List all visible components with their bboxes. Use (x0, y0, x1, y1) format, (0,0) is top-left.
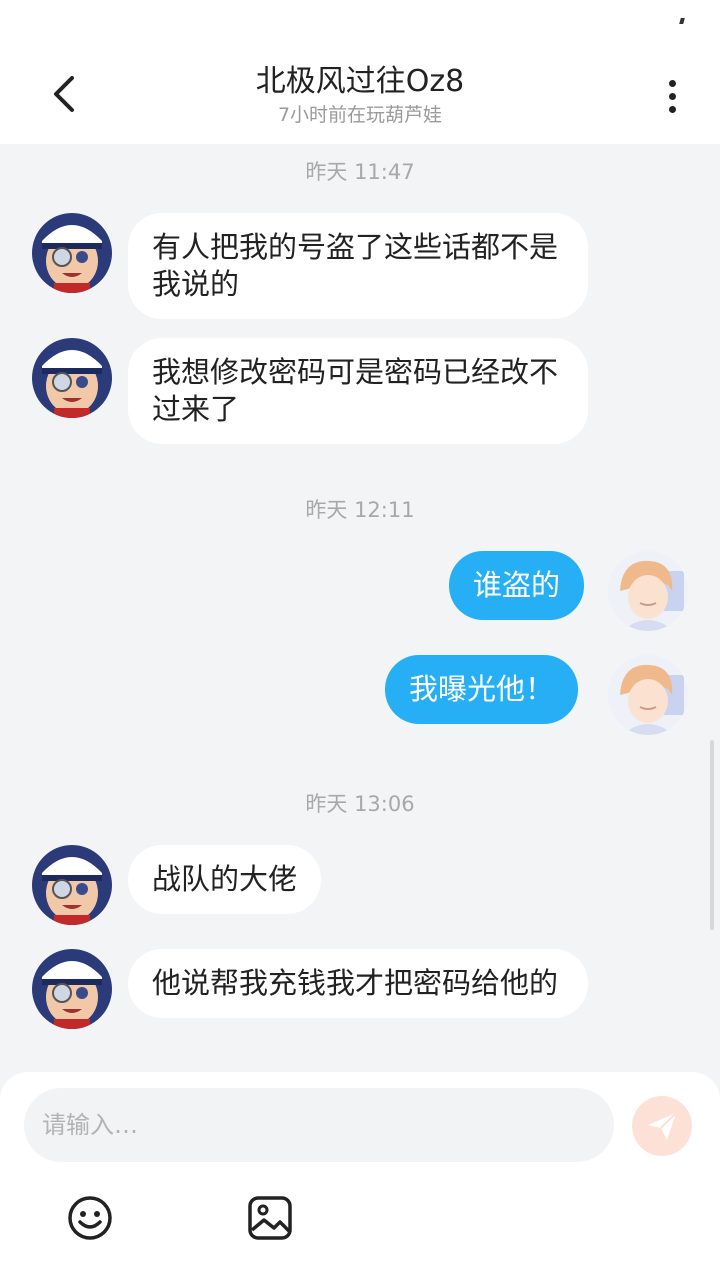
timestamp: 昨天 11:47 (305, 160, 415, 184)
more-dot (668, 92, 676, 100)
contact-avatar[interactable] (32, 949, 112, 1029)
image-icon (248, 1196, 292, 1240)
incoming-message-bubble[interactable]: 我想修改密码可是密码已经改不过来了 (128, 338, 588, 444)
input-panel (0, 1072, 720, 1280)
outgoing-message-bubble[interactable]: 谁盗的 (449, 551, 585, 620)
chat-screen: 北极风过往Oz8 7小时前在玩葫芦娃 昨天 11:47 有人把我的号盗了这些话都… (0, 0, 720, 1280)
send-button[interactable] (632, 1096, 692, 1156)
contact-avatar[interactable] (32, 845, 112, 925)
more-dot (668, 105, 676, 113)
image-button[interactable] (246, 1194, 294, 1242)
incoming-message-bubble[interactable]: 战队的大佬 (128, 845, 322, 914)
more-vertical-icon (668, 79, 676, 87)
contact-avatar[interactable] (32, 213, 112, 293)
my-avatar[interactable] (608, 551, 688, 631)
avatar-image (32, 949, 112, 1029)
incoming-message-bubble[interactable]: 有人把我的号盗了这些话都不是我说的 (128, 213, 588, 319)
avatar-image (608, 551, 688, 631)
incoming-message-bubble[interactable]: 他说帮我充钱我才把密码给他的 (128, 949, 588, 1018)
chat-header: 北极风过往Oz8 7小时前在玩葫芦娃 (0, 44, 720, 144)
avatar-image (32, 213, 112, 293)
outgoing-message-bubble[interactable]: 我曝光他！ (385, 655, 579, 724)
back-button[interactable] (40, 70, 88, 118)
contact-avatar[interactable] (32, 338, 112, 418)
status-bar (0, 0, 720, 44)
contact-status: 7小时前在玩葫芦娃 (277, 104, 443, 126)
scrollbar[interactable] (710, 740, 714, 930)
timestamp: 昨天 12:11 (305, 498, 415, 522)
chevron-left-icon (54, 76, 74, 112)
status-indicator-icon (679, 18, 685, 24)
timestamp: 昨天 13:06 (305, 792, 415, 816)
paper-plane-icon (648, 1112, 677, 1140)
avatar-image (32, 845, 112, 925)
contact-name: 北极风过往Oz8 (255, 64, 465, 99)
title-block: 北极风过往Oz8 7小时前在玩葫芦娃 (160, 62, 560, 128)
more-options-button[interactable] (652, 72, 692, 120)
message-input[interactable] (24, 1088, 614, 1162)
my-avatar[interactable] (608, 655, 688, 735)
avatar-image (32, 338, 112, 418)
smiley-icon (68, 1196, 112, 1240)
avatar-image (608, 655, 688, 735)
emoji-button[interactable] (66, 1194, 114, 1242)
